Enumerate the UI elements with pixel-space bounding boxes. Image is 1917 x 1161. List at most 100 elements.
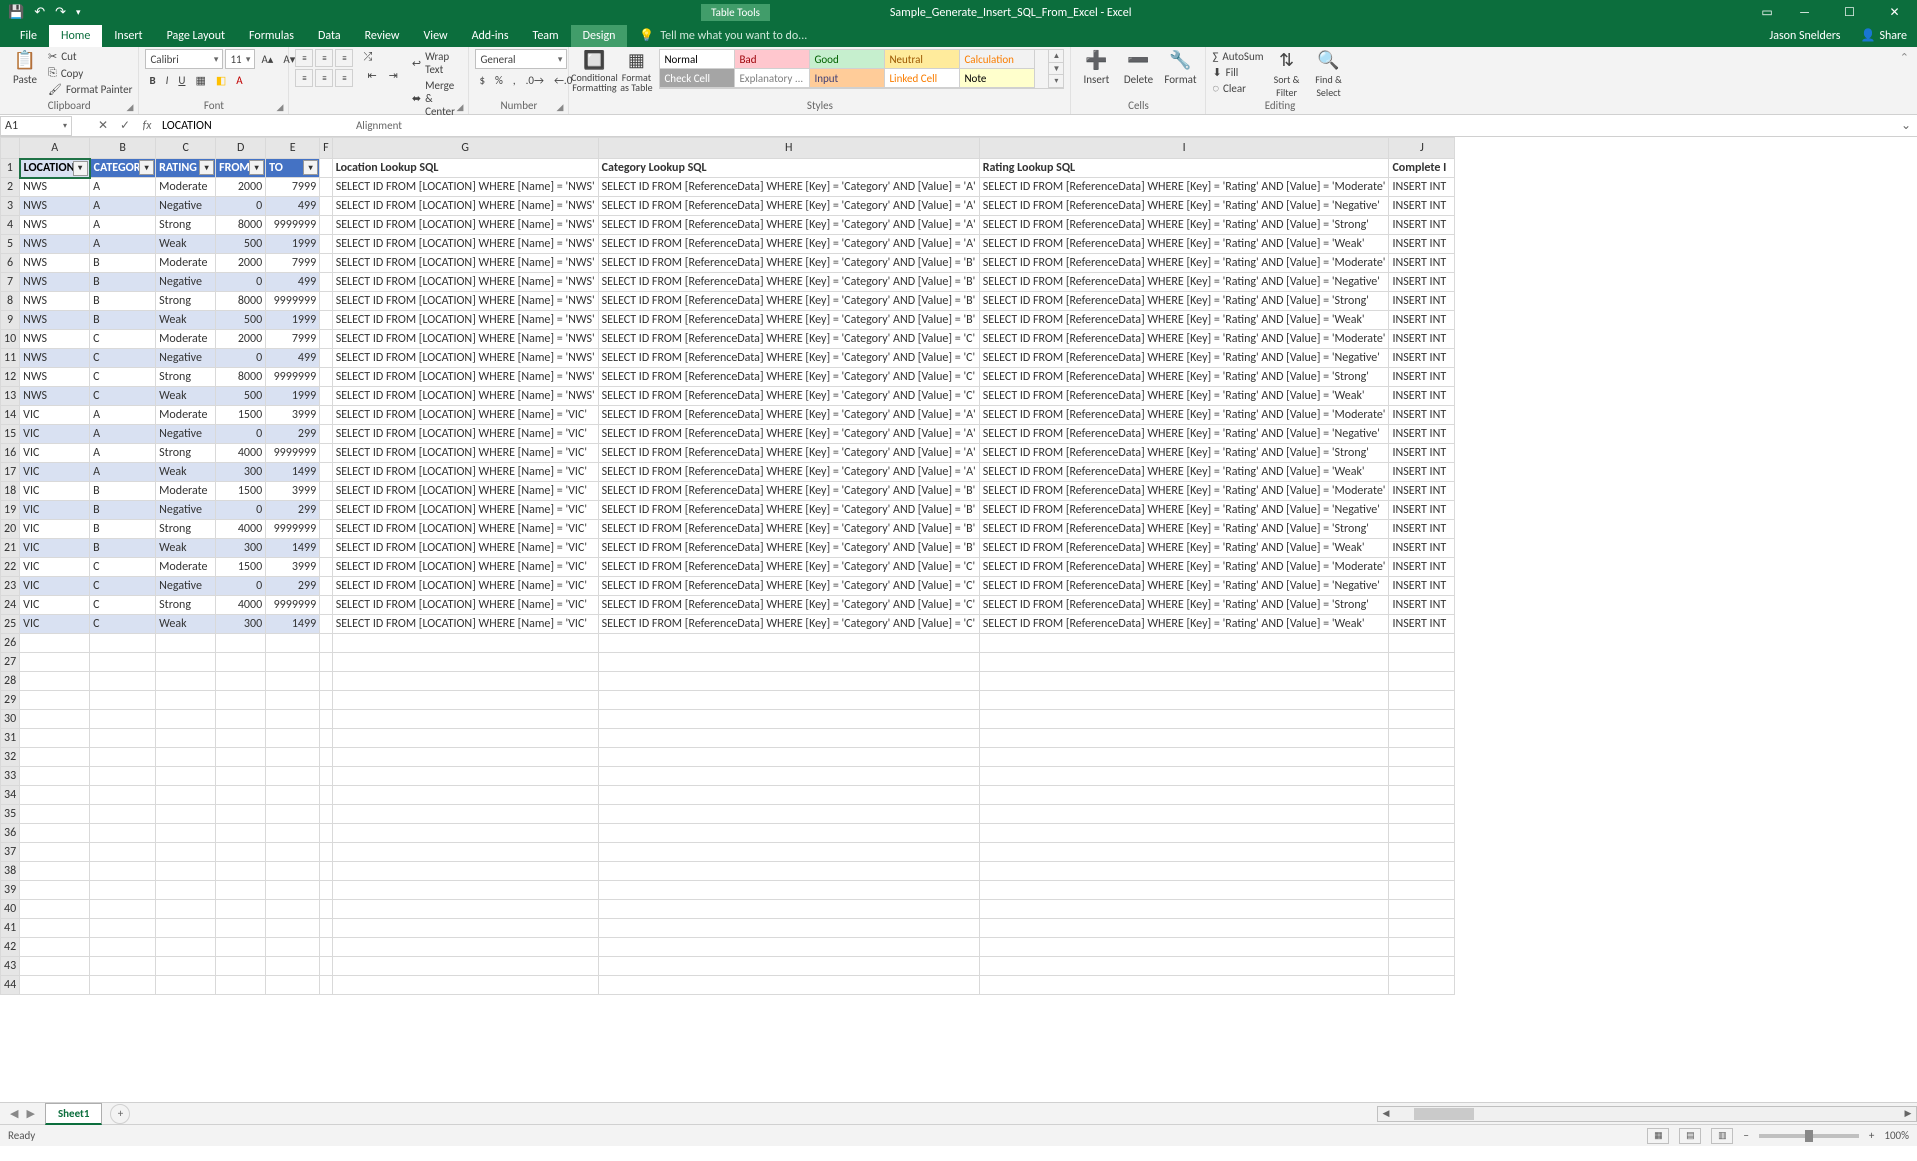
cell[interactable]: SELECT ID FROM [LOCATION] WHERE [Name] =… — [332, 387, 598, 406]
paste-button[interactable]: 📋 Paste — [6, 49, 44, 86]
cell[interactable]: SELECT ID FROM [LOCATION] WHERE [Name] =… — [332, 520, 598, 539]
cell[interactable] — [598, 957, 979, 976]
cell[interactable] — [266, 634, 320, 653]
cell[interactable]: VIC — [20, 615, 90, 634]
cell[interactable]: SELECT ID FROM [ReferenceData] WHERE [Ke… — [979, 558, 1389, 577]
cell[interactable]: 1499 — [266, 539, 320, 558]
cell[interactable] — [90, 634, 156, 653]
cell[interactable]: 0 — [216, 577, 266, 596]
cell[interactable]: Negative — [156, 273, 216, 292]
cell[interactable] — [90, 900, 156, 919]
cell[interactable] — [979, 824, 1389, 843]
cell[interactable]: SELECT ID FROM [LOCATION] WHERE [Name] =… — [332, 178, 598, 197]
row-header-25[interactable]: 25 — [1, 615, 20, 634]
conditional-formatting-button[interactable]: 🔲Conditional Formatting — [575, 49, 613, 93]
cell[interactable] — [332, 748, 598, 767]
cell[interactable] — [332, 672, 598, 691]
save-icon[interactable]: 💾 — [8, 5, 24, 20]
cell[interactable] — [156, 824, 216, 843]
cell[interactable] — [266, 843, 320, 862]
zoom-slider[interactable] — [1759, 1134, 1859, 1138]
row-header-8[interactable]: 8 — [1, 292, 20, 311]
cell[interactable]: C — [90, 596, 156, 615]
row-header-22[interactable]: 22 — [1, 558, 20, 577]
cell[interactable]: INSERT INT — [1389, 406, 1455, 425]
cell[interactable]: SELECT ID FROM [ReferenceData] WHERE [Ke… — [598, 425, 979, 444]
cell[interactable] — [332, 691, 598, 710]
style-normal[interactable]: Normal — [659, 49, 735, 69]
cell[interactable] — [216, 843, 266, 862]
cell[interactable]: 1499 — [266, 615, 320, 634]
cell[interactable] — [90, 957, 156, 976]
cell[interactable]: INSERT INT — [1389, 292, 1455, 311]
enter-formula-icon[interactable]: ✓ — [114, 115, 136, 137]
cell[interactable] — [1389, 786, 1455, 805]
fill-button[interactable]: ⬇Fill — [1212, 65, 1263, 80]
cell[interactable]: Weak — [156, 463, 216, 482]
cell[interactable] — [20, 881, 90, 900]
cell[interactable] — [156, 729, 216, 748]
cell[interactable]: 499 — [266, 273, 320, 292]
tab-insert[interactable]: Insert — [102, 25, 154, 47]
align-left-icon[interactable]: ≡ — [295, 69, 313, 87]
row-header-35[interactable]: 35 — [1, 805, 20, 824]
align-center-icon[interactable]: ≡ — [315, 69, 333, 87]
cell-F1[interactable] — [320, 159, 333, 178]
cell[interactable] — [20, 843, 90, 862]
cell[interactable] — [1389, 672, 1455, 691]
cell[interactable] — [20, 691, 90, 710]
cell[interactable] — [156, 843, 216, 862]
cell[interactable] — [598, 938, 979, 957]
select-all-button[interactable] — [1, 138, 20, 159]
cell[interactable]: SELECT ID FROM [ReferenceData] WHERE [Ke… — [979, 501, 1389, 520]
row-header-12[interactable]: 12 — [1, 368, 20, 387]
cell[interactable] — [320, 577, 333, 596]
table-header-location[interactable]: LOCATION▾ — [20, 159, 90, 178]
cell[interactable] — [598, 900, 979, 919]
cell[interactable]: C — [90, 368, 156, 387]
horizontal-scrollbar[interactable]: ◀▶ — [1377, 1106, 1917, 1122]
cell[interactable] — [216, 805, 266, 824]
cell[interactable] — [266, 767, 320, 786]
cell[interactable]: SELECT ID FROM [ReferenceData] WHERE [Ke… — [979, 349, 1389, 368]
cell[interactable] — [216, 862, 266, 881]
cell[interactable]: SELECT ID FROM [ReferenceData] WHERE [Ke… — [979, 387, 1389, 406]
minimize-button[interactable]: — — [1782, 0, 1827, 25]
cell[interactable] — [320, 634, 333, 653]
cell[interactable] — [1389, 824, 1455, 843]
tab-view[interactable]: View — [412, 25, 460, 47]
cell[interactable] — [156, 938, 216, 957]
cell[interactable] — [216, 919, 266, 938]
cell[interactable]: SELECT ID FROM [ReferenceData] WHERE [Ke… — [598, 520, 979, 539]
cell[interactable] — [979, 710, 1389, 729]
cell[interactable]: SELECT ID FROM [LOCATION] WHERE [Name] =… — [332, 368, 598, 387]
cell[interactable] — [598, 691, 979, 710]
cell[interactable]: SELECT ID FROM [ReferenceData] WHERE [Ke… — [979, 311, 1389, 330]
normal-view-icon[interactable]: ▦ — [1647, 1128, 1669, 1144]
row-header-21[interactable]: 21 — [1, 539, 20, 558]
cell[interactable]: SELECT ID FROM [LOCATION] WHERE [Name] =… — [332, 444, 598, 463]
cell[interactable]: 500 — [216, 311, 266, 330]
cell[interactable]: SELECT ID FROM [ReferenceData] WHERE [Ke… — [598, 615, 979, 634]
cell[interactable] — [332, 938, 598, 957]
cell[interactable] — [332, 653, 598, 672]
cell[interactable]: A — [90, 235, 156, 254]
cell[interactable]: NWS — [20, 368, 90, 387]
cell[interactable]: A — [90, 406, 156, 425]
cell[interactable]: Negative — [156, 425, 216, 444]
cell[interactable] — [320, 235, 333, 254]
cell[interactable] — [320, 710, 333, 729]
row-header-2[interactable]: 2 — [1, 178, 20, 197]
cell[interactable]: SELECT ID FROM [LOCATION] WHERE [Name] =… — [332, 406, 598, 425]
cell[interactable]: C — [90, 330, 156, 349]
column-header-A[interactable]: A — [20, 138, 90, 159]
cell[interactable] — [320, 748, 333, 767]
cell[interactable]: 0 — [216, 197, 266, 216]
row-header-20[interactable]: 20 — [1, 520, 20, 539]
cell[interactable]: INSERT INT — [1389, 425, 1455, 444]
cell[interactable] — [156, 957, 216, 976]
increase-indent-icon[interactable]: ⇥ — [385, 67, 402, 84]
cell[interactable] — [979, 672, 1389, 691]
cell[interactable] — [20, 653, 90, 672]
cell[interactable]: NWS — [20, 273, 90, 292]
